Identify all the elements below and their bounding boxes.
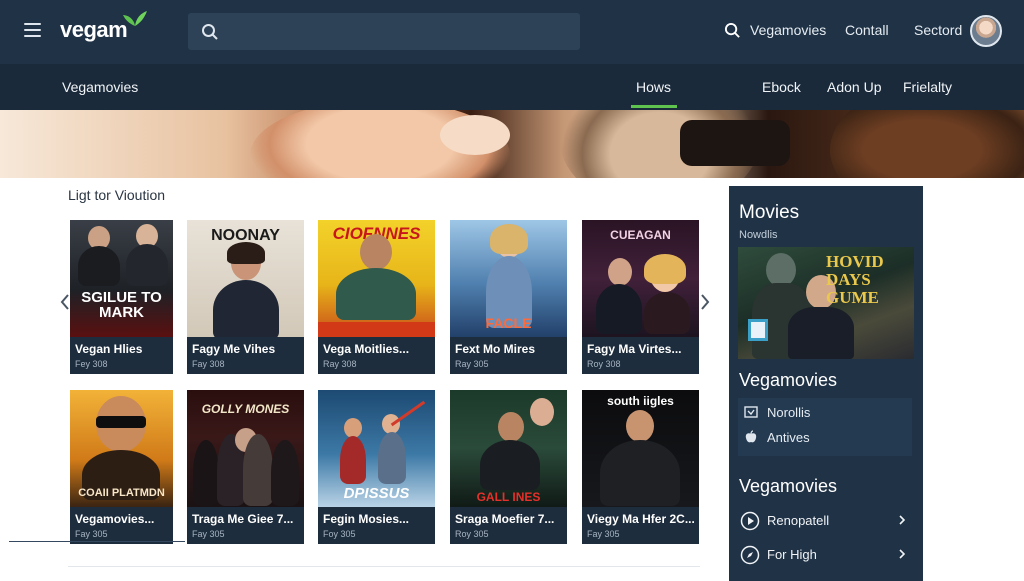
sidebar-link-label: Renopatell — [767, 513, 830, 528]
tab-hows[interactable]: Hows — [636, 79, 671, 95]
sidebar-item-norollis[interactable]: Norollis — [738, 400, 912, 426]
movie-meta: Ray 305 — [455, 359, 489, 369]
movie-title: Vega Moitlies... — [323, 342, 410, 356]
poster-title: FACLE — [485, 315, 532, 331]
nav-link-contall[interactable]: Contall — [845, 22, 889, 38]
poster-title: DPISSUS — [343, 485, 410, 502]
movie-poster: south iigles — [582, 390, 699, 507]
movie-poster: CIOFNNES — [318, 220, 435, 337]
nav-link-vegamovies[interactable]: Vegamovies — [750, 22, 826, 38]
movie-meta: Roy 305 — [455, 529, 489, 539]
chevron-right-icon — [899, 515, 906, 525]
sidebar-title-movies: Movies — [739, 202, 800, 223]
play-circle-icon — [740, 511, 760, 531]
sub-navigation: Vegamovies Hows Ebock Adon Up Frielalty — [0, 64, 1024, 110]
featured-title: HOVID DAYS GUME — [826, 252, 884, 307]
sidebar-title-vegamovies-2: Vegamovies — [739, 476, 838, 496]
movie-poster: SGILUE TO MARK — [70, 220, 173, 337]
movie-card[interactable]: GALL INES Sraga Moefier 7... Roy 305 — [450, 390, 567, 544]
movie-poster: NOONAY — [187, 220, 304, 337]
check-box-icon — [744, 406, 758, 418]
movie-meta: Fay 305 — [192, 529, 225, 539]
sidebar-subtitle: Nowdlis — [739, 229, 778, 241]
movie-title: Viegy Ma Hfer 2C... — [587, 512, 695, 526]
movie-poster: GOLLY MONES — [187, 390, 304, 507]
nav-link-sectord[interactable]: Sectord — [914, 22, 962, 38]
featured-poster[interactable]: HOVID DAYS GUME — [738, 247, 914, 359]
search-icon — [202, 24, 218, 40]
poster-title: NOONAY — [211, 227, 280, 244]
movie-title: Fagy Ma Virtes... — [587, 342, 682, 356]
avatar[interactable] — [970, 15, 1002, 47]
movie-card[interactable]: CUEAGAN Fagy Ma Virtes... Roy 308 — [582, 220, 699, 374]
search-bar[interactable] — [188, 13, 580, 50]
sidebar-divider — [9, 541, 185, 542]
section-title: Ligt tor Vioution — [68, 187, 166, 203]
sidebar-item-label: Antives — [767, 430, 810, 445]
sidebar-title-vegamovies: Vegamovies — [739, 370, 838, 390]
sidebar-link-for-high[interactable]: For High — [738, 540, 914, 570]
movie-card[interactable]: CIOFNNES Vega Moitlies... Ray 308 — [318, 220, 435, 374]
movie-poster: CUEAGAN — [582, 220, 699, 337]
sidebar-item-label: Norollis — [767, 405, 811, 420]
movie-meta: Fay 308 — [192, 359, 225, 369]
movie-poster: COAII PLATMDN — [70, 390, 173, 507]
divider — [68, 566, 700, 567]
leaf-icon — [123, 11, 147, 26]
poster-title: south iigles — [607, 394, 674, 408]
top-bar: vegam Vegamovies Contall Sectord — [0, 0, 1024, 64]
movie-card[interactable]: COAII PLATMDN Vegamovies... Fay 305 — [70, 390, 173, 544]
menu-icon[interactable] — [24, 23, 41, 37]
movie-poster: FACLE — [450, 220, 567, 337]
movie-meta: Fay 305 — [587, 529, 620, 539]
site-logo[interactable]: vegam — [60, 17, 128, 43]
poster-title: CUEAGAN — [610, 228, 671, 242]
tab-frielalty[interactable]: Frielalty — [903, 79, 952, 95]
movie-meta: Fay 305 — [75, 529, 108, 539]
apple-icon — [745, 430, 757, 443]
movie-card[interactable]: DPISSUS Fegin Mosies... Foy 305 — [318, 390, 435, 544]
movie-meta: Fey 308 — [75, 359, 108, 369]
movie-meta: Roy 308 — [587, 359, 621, 369]
carousel-next-icon[interactable] — [698, 292, 712, 312]
active-tab-indicator — [631, 105, 677, 108]
chevron-right-icon — [899, 549, 906, 559]
movie-card[interactable]: NOONAY Fagy Me Vihes Fay 308 — [187, 220, 304, 374]
tab-ebock[interactable]: Ebock — [762, 79, 801, 95]
poster-title: GOLLY MONES — [201, 402, 290, 416]
subnav-brand[interactable]: Vegamovies — [62, 79, 138, 95]
movie-title: Vegan Hlies — [75, 342, 143, 356]
sidebar-item-antives[interactable]: Antives — [738, 425, 912, 451]
search-icon[interactable] — [724, 22, 741, 39]
sidebar-link-renopatell[interactable]: Renopatell — [738, 506, 914, 536]
sidebar-link-label: For High — [767, 547, 817, 562]
movie-title: Traga Me Giee 7... — [192, 512, 294, 526]
poster-title: GALL INES — [476, 490, 541, 504]
movie-title: Fext Mo Mires — [455, 342, 536, 356]
poster-title: COAII PLATMDN — [78, 487, 165, 499]
movie-title: Fagy Me Vihes — [192, 342, 276, 356]
movie-title: Vegamovies... — [75, 512, 155, 526]
movie-card[interactable]: GOLLY MONES Traga Me Giee 7... Fay 305 — [187, 390, 304, 544]
movie-card[interactable]: SGILUE TO MARK Vegan Hlies Fey 308 — [70, 220, 173, 374]
sidebar: Movies Nowdlis HOVID DAYS GUME Vegamovie… — [729, 186, 923, 581]
movie-meta: Foy 305 — [323, 529, 356, 539]
compass-icon — [740, 545, 760, 565]
movie-card[interactable]: FACLE Fext Mo Mires Ray 305 — [450, 220, 567, 374]
movie-poster: GALL INES — [450, 390, 567, 507]
movie-title: Sraga Moefier 7... — [455, 512, 555, 526]
movie-title: Fegin Mosies... — [323, 512, 410, 526]
movie-poster: DPISSUS — [318, 390, 435, 507]
poster-title: SGILUE TO MARK — [81, 289, 162, 321]
movie-meta: Ray 308 — [323, 359, 357, 369]
movie-card[interactable]: south iigles Viegy Ma Hfer 2C... Fay 305 — [582, 390, 699, 544]
hero-banner[interactable] — [0, 110, 1024, 178]
search-input[interactable] — [230, 13, 570, 50]
tab-adon-up[interactable]: Adon Up — [827, 79, 881, 95]
